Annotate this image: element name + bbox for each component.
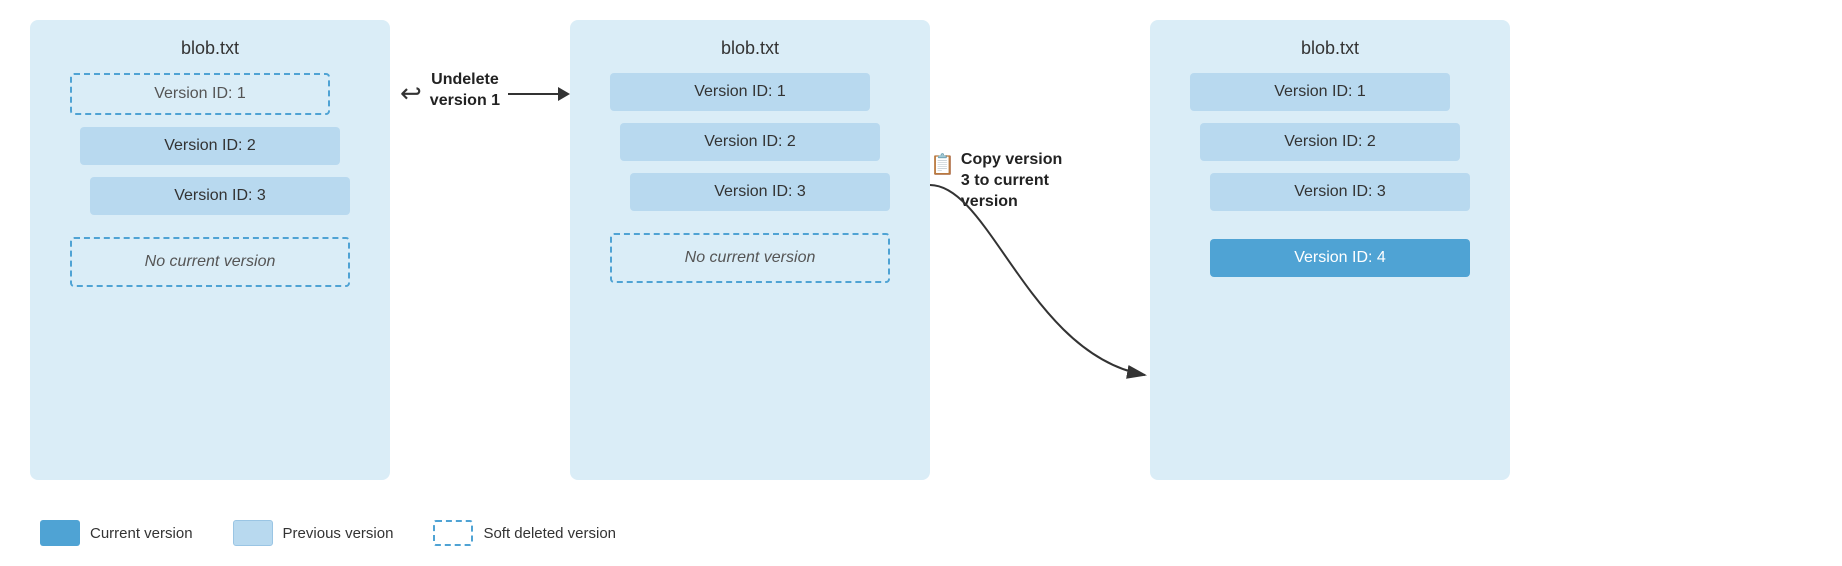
version-box-v1-c2: Version ID: 1 <box>610 73 870 111</box>
legend-previous-label: Previous version <box>283 525 394 542</box>
legend-item-previous: Previous version <box>233 520 394 546</box>
version-row-v3-c3: Version ID: 3 <box>1210 173 1470 217</box>
versions-area-2: Version ID: 1 Version ID: 2 Version ID: … <box>590 73 910 223</box>
version-box-v4-c3: Version ID: 4 <box>1210 239 1470 277</box>
legend-item-deleted: Soft deleted version <box>433 520 616 546</box>
blob-title-1: blob.txt <box>181 38 239 59</box>
version-box-v3-c1: Version ID: 3 <box>90 177 350 215</box>
arrow-area-2: 📋 Copy version 3 to current version <box>930 20 1150 480</box>
versions-area-3: Version ID: 1 Version ID: 2 Version ID: … <box>1170 73 1490 289</box>
legend-deleted-label: Soft deleted version <box>483 525 616 542</box>
version-box-v2-c2: Version ID: 2 <box>620 123 880 161</box>
version-box-v3-c2: Version ID: 3 <box>630 173 890 211</box>
legend-previous-box <box>233 520 273 546</box>
no-current-label-1: No current version <box>70 237 350 287</box>
arrow1-label: Undelete version 1 <box>430 70 500 112</box>
versions-area-1: Version ID: 1 Version ID: 2 Version ID: … <box>50 73 370 227</box>
diagonal-arrow-svg <box>930 175 1150 395</box>
blob-container-1: blob.txt Version ID: 1 Version ID: 2 Ver… <box>30 20 390 480</box>
blob-container-3: blob.txt Version ID: 1 Version ID: 2 Ver… <box>1150 20 1510 480</box>
main-diagram: blob.txt Version ID: 1 Version ID: 2 Ver… <box>30 20 1812 510</box>
legend-current-label: Current version <box>90 525 193 542</box>
version-row-v3-c2: Version ID: 3 <box>630 173 890 217</box>
blob-container-2: blob.txt Version ID: 1 Version ID: 2 Ver… <box>570 20 930 480</box>
version-row-v1-c1: Version ID: 1 <box>70 73 330 121</box>
legend-item-current: Current version <box>40 520 193 546</box>
undelete-icon: ↩ <box>400 78 422 109</box>
legend-current-box <box>40 520 80 546</box>
version-row-v2-c3: Version ID: 2 <box>1200 123 1460 167</box>
version-row-v3-c1: Version ID: 3 <box>90 177 350 221</box>
legend-deleted-box <box>433 520 473 546</box>
version-row-v2-c1: Version ID: 2 <box>80 127 340 171</box>
version-box-v2-c1: Version ID: 2 <box>80 127 340 165</box>
version-box-v3-c3: Version ID: 3 <box>1210 173 1470 211</box>
legend: Current version Previous version Soft de… <box>30 520 616 546</box>
version-box-v2-c3: Version ID: 2 <box>1200 123 1460 161</box>
blob-title-2: blob.txt <box>721 38 779 59</box>
version-box-v1-c1: Version ID: 1 <box>70 73 330 115</box>
version-box-v1-c3: Version ID: 1 <box>1190 73 1450 111</box>
no-current-label-2: No current version <box>610 233 890 283</box>
arrow-area-1: ↩ Undelete version 1 <box>390 20 570 480</box>
version-row-v1-c2: Version ID: 1 <box>610 73 870 117</box>
version-row-v1-c3: Version ID: 1 <box>1190 73 1450 117</box>
version-row-v2-c2: Version ID: 2 <box>620 123 880 167</box>
version-row-v4-c3: Version ID: 4 <box>1210 239 1470 283</box>
blob-title-3: blob.txt <box>1301 38 1359 59</box>
copy-icon: 📋 <box>930 152 955 177</box>
